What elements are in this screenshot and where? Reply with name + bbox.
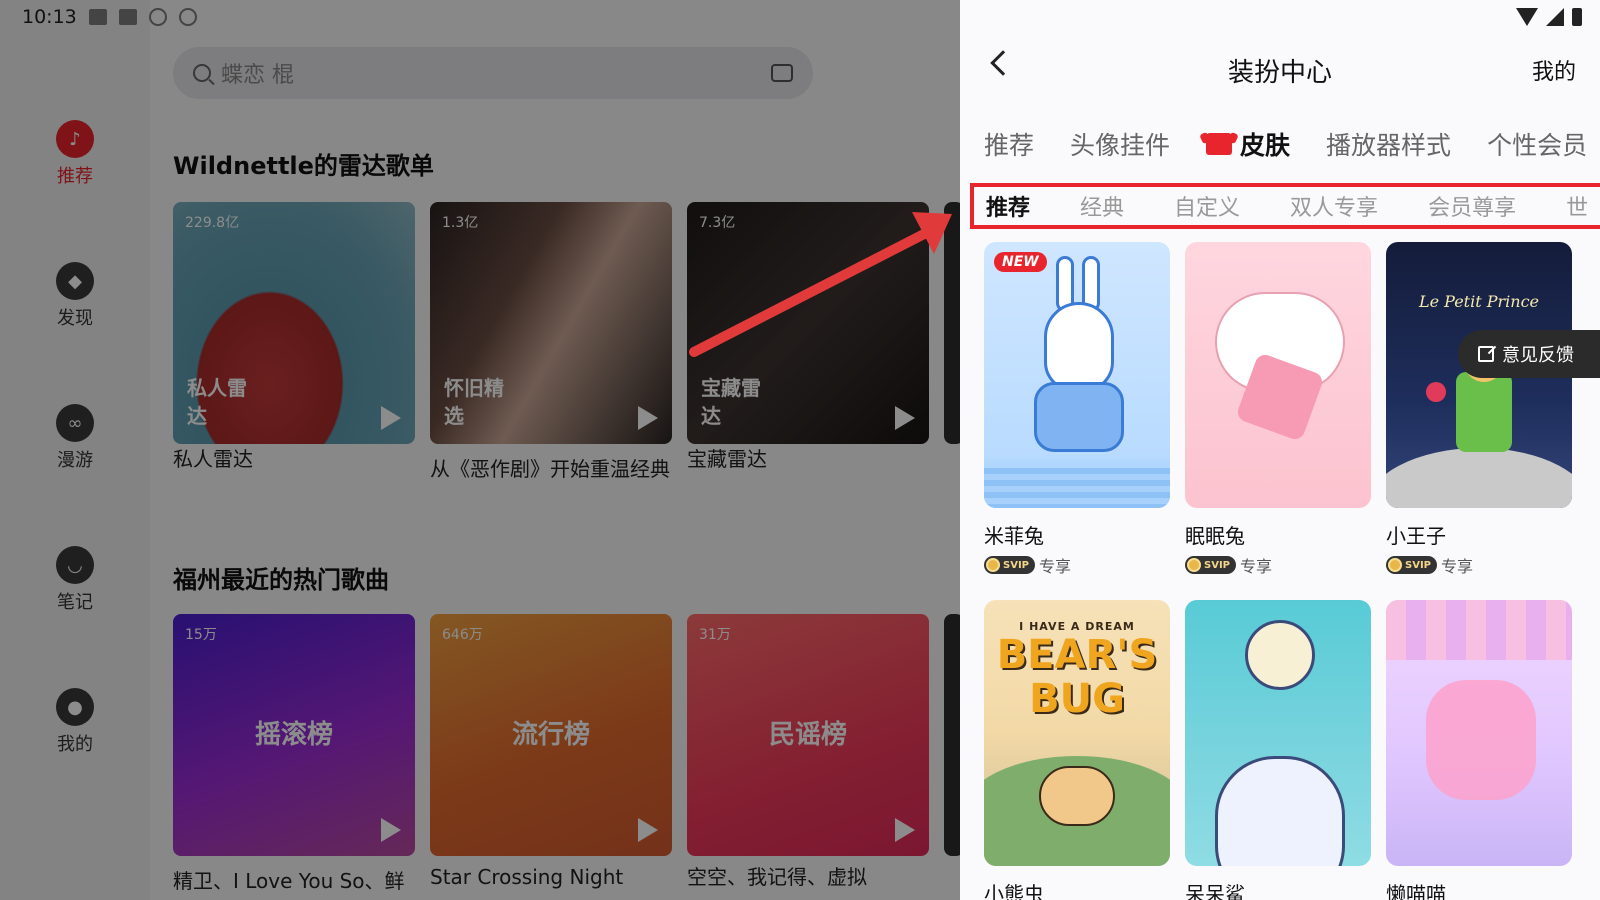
skin-name: 小熊虫 xyxy=(984,882,1044,900)
skin-name: 小王子 xyxy=(1386,524,1446,548)
bunny-art xyxy=(1044,302,1114,392)
art-text-big: BEAR'S BUG xyxy=(996,632,1158,722)
subtab-custom[interactable]: 自定义 xyxy=(1174,190,1240,222)
planet-art xyxy=(1386,448,1572,508)
panel-header: 装扮中心 我的 xyxy=(960,44,1600,94)
feedback-label: 意见反馈 xyxy=(1502,345,1574,366)
svip-label: SVIP xyxy=(1003,559,1029,571)
dress-up-center-panel: 装扮中心 我的 推荐 头像挂件 皮肤 播放器样式 个性会员 推荐 经典 自定义 … xyxy=(960,0,1600,900)
svip-badge: SVIP 专享 xyxy=(984,553,1170,577)
new-badge: NEW xyxy=(994,252,1047,272)
tab-label: 推荐 xyxy=(984,131,1035,160)
subtab-couple[interactable]: 双人专享 xyxy=(1290,190,1378,222)
svip-badge: SVIP 专享 xyxy=(1185,553,1371,577)
wifi-icon xyxy=(1516,8,1538,26)
bear-art xyxy=(1039,766,1115,826)
subtab-classic[interactable]: 经典 xyxy=(1080,190,1124,222)
cat-art xyxy=(1426,680,1536,800)
dim-overlay[interactable] xyxy=(0,0,960,900)
tab-label: 播放器样式 xyxy=(1326,131,1452,160)
bow-art xyxy=(1386,600,1572,660)
coin-icon xyxy=(1388,558,1402,572)
bubble-art xyxy=(1245,620,1315,690)
decor-stripe xyxy=(984,468,1170,508)
tab-player-style[interactable]: 播放器样式 xyxy=(1326,126,1451,162)
skin-thumbnail[interactable] xyxy=(1386,600,1572,866)
gallery-icon xyxy=(88,9,107,25)
category-tabs: 推荐 头像挂件 皮肤 播放器样式 个性会员 xyxy=(984,126,1600,162)
art-text: Le Petit Prince xyxy=(1418,292,1540,311)
shirt-icon xyxy=(1206,133,1233,155)
rose-art xyxy=(1426,382,1446,402)
badge-text: 专享 xyxy=(1240,557,1273,576)
svip-pill: SVIP xyxy=(1386,556,1437,574)
status-icons xyxy=(1516,8,1582,26)
badge-text: 专享 xyxy=(1039,557,1072,576)
skin-name: 米菲兔 xyxy=(984,524,1044,548)
battery-icon xyxy=(1572,8,1582,26)
status-time: 10:13 xyxy=(22,6,77,28)
tab-label: 个性会员 xyxy=(1487,131,1588,160)
tab-avatar-frame[interactable]: 头像挂件 xyxy=(1070,126,1170,162)
signal-icon xyxy=(1546,8,1564,26)
tab-recommend[interactable]: 推荐 xyxy=(984,126,1034,162)
skin-subtabs: 推荐 经典 自定义 双人专享 会员尊享 世 xyxy=(970,183,1600,229)
background-app: ♪ 推荐 ◆ 发现 ∞ 漫游 ◡ 笔记 ● 我的 蝶恋 棍 Wildnettle… xyxy=(0,0,960,900)
tab-vip[interactable]: 个性会员 xyxy=(1487,126,1587,162)
skin-card[interactable]: I HAVE A DREAM BEAR'S BUG 小熊虫 xyxy=(984,600,1170,900)
tab-skin[interactable]: 皮肤 xyxy=(1206,126,1290,162)
skin-card[interactable]: 呆呆鲨 xyxy=(1185,600,1371,900)
prince-art xyxy=(1456,372,1512,452)
skin-card[interactable]: Le Petit Prince 小王子 SVIP 专享 xyxy=(1386,242,1572,577)
skin-card[interactable]: NEW 米菲兔 SVIP 专享 xyxy=(984,242,1170,577)
svip-pill: SVIP xyxy=(1185,556,1236,574)
feedback-button[interactable]: 意见反馈 xyxy=(1458,330,1600,378)
page-title: 装扮中心 xyxy=(1227,58,1332,88)
shark-art xyxy=(1215,756,1345,866)
tab-label: 皮肤 xyxy=(1240,131,1291,160)
skin-thumbnail[interactable] xyxy=(1185,242,1371,508)
skin-thumbnail[interactable]: NEW xyxy=(984,242,1170,508)
netease-status-icon xyxy=(148,8,167,26)
netease-status-icon xyxy=(178,8,197,26)
skin-name: 懒喵喵 xyxy=(1386,882,1446,900)
coin-icon xyxy=(986,558,1000,572)
skin-card[interactable]: 懒喵喵 xyxy=(1386,600,1572,900)
bunny-art xyxy=(1034,382,1124,452)
edit-icon xyxy=(1478,346,1494,362)
svip-pill: SVIP xyxy=(984,556,1035,574)
tab-label: 头像挂件 xyxy=(1070,131,1171,160)
skin-thumbnail[interactable]: I HAVE A DREAM BEAR'S BUG xyxy=(984,600,1170,866)
art-text: I HAVE A DREAM BEAR'S BUG xyxy=(984,620,1170,721)
status-bar: 10:13 xyxy=(22,6,197,28)
svip-badge: SVIP 专享 xyxy=(1386,553,1572,577)
badge-text: 专享 xyxy=(1441,557,1474,576)
skin-thumbnail[interactable] xyxy=(1185,600,1371,866)
skin-card[interactable]: 眠眠兔 SVIP 专享 xyxy=(1185,242,1371,577)
skin-name: 眠眠兔 xyxy=(1185,524,1245,548)
subtab-recommend[interactable]: 推荐 xyxy=(986,190,1030,222)
svip-label: SVIP xyxy=(1204,559,1230,571)
mine-link[interactable]: 我的 xyxy=(1532,54,1576,86)
coin-icon xyxy=(1187,558,1201,572)
a-icon xyxy=(118,9,137,25)
subtab-more[interactable]: 世 xyxy=(1566,190,1588,222)
skin-name: 呆呆鲨 xyxy=(1185,882,1245,900)
subtab-vip[interactable]: 会员尊享 xyxy=(1428,190,1516,222)
svip-label: SVIP xyxy=(1405,559,1431,571)
